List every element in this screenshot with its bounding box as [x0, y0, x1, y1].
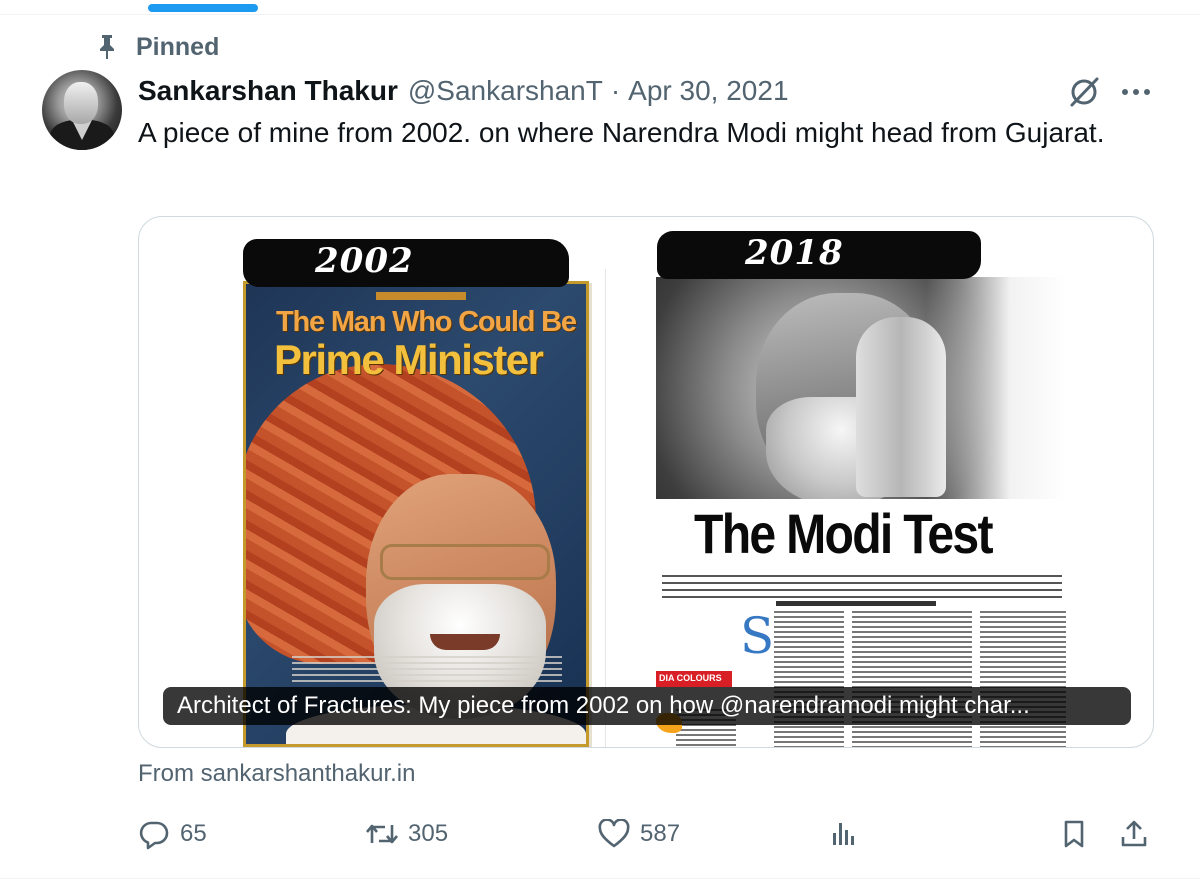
repost-icon: [364, 816, 400, 852]
magazine-headline: The Modi Test: [694, 502, 994, 565]
magazine-page-2002: The Man Who Could Be Prime Minister: [243, 281, 589, 747]
pinned-row: Pinned: [90, 30, 219, 64]
year-label-2002: 2002: [315, 241, 414, 281]
post-text: A piece of mine from 2002. on where Nare…: [138, 117, 1105, 148]
share-button[interactable]: [1116, 812, 1160, 856]
magazine-headline-line1: The Man Who Could Be: [276, 306, 577, 338]
section-tag: DIA COLOURS: [656, 671, 732, 687]
magazine-blurb: [292, 656, 562, 682]
magazine-byline: [776, 601, 936, 606]
post-timestamp[interactable]: Apr 30, 2021: [628, 75, 788, 107]
bottom-divider: [0, 878, 1200, 879]
article-column: [774, 611, 844, 747]
card-title-caption[interactable]: Architect of Fractures: My piece from 20…: [163, 687, 1131, 725]
repost-button[interactable]: 305: [364, 812, 448, 856]
bookmark-icon: [1056, 816, 1092, 852]
share-icon: [1116, 816, 1152, 852]
glasses: [380, 544, 550, 580]
link-preview-card[interactable]: The Man Who Could Be Prime Minister 2002…: [138, 216, 1154, 748]
bookmark-button[interactable]: [1056, 812, 1100, 856]
article-column: [852, 611, 972, 747]
like-button[interactable]: 587: [596, 812, 680, 856]
like-icon: [596, 816, 632, 852]
portrait-photo: [656, 277, 1066, 499]
separator-dot: ·: [610, 75, 621, 106]
magazine-deck: [662, 575, 1062, 599]
reply-button[interactable]: 65: [136, 812, 207, 856]
like-count: 587: [640, 820, 681, 847]
author-name[interactable]: Sankarshan Thakur: [138, 75, 398, 107]
grok-icon[interactable]: [1066, 74, 1102, 110]
active-tab-indicator: [148, 4, 258, 12]
magazine-headline-line2: Prime Minister: [274, 336, 544, 383]
avatar[interactable]: [42, 70, 122, 150]
post-header: Sankarshan Thakur @SankarshanT · Apr 30,…: [138, 72, 789, 110]
more-options-icon[interactable]: [1116, 74, 1156, 110]
reply-icon: [136, 816, 172, 852]
views-button[interactable]: [826, 812, 870, 856]
action-bar: 65 305 587: [136, 812, 1156, 856]
pinned-label: Pinned: [136, 32, 220, 61]
reply-count: 65: [180, 820, 207, 847]
author-handle[interactable]: @SankarshanT: [408, 75, 603, 107]
pin-icon: [90, 30, 124, 64]
drop-cap: S: [740, 607, 775, 665]
link-source[interactable]: From sankarshanthakur.in: [138, 760, 415, 788]
year-label-2018: 2018: [745, 233, 844, 273]
top-divider: [0, 14, 1200, 15]
views-icon: [826, 816, 862, 852]
magazine-page-2018: The Modi Test S DIA COLOURS: [605, 269, 1071, 747]
repost-count: 305: [408, 820, 449, 847]
article-column: [980, 611, 1066, 747]
